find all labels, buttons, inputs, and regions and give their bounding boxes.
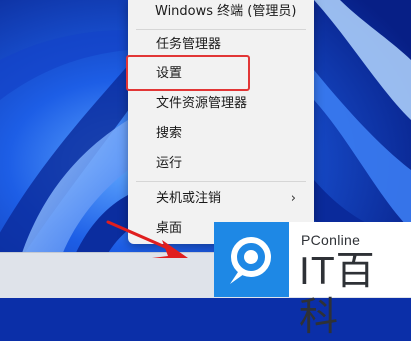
menu-item-label: 文件资源管理器 bbox=[156, 96, 248, 111]
pconline-logo-icon bbox=[214, 222, 289, 297]
pconline-watermark: PConline IT百科 bbox=[214, 222, 411, 339]
menu-separator bbox=[136, 181, 306, 182]
watermark-brand: PConline bbox=[301, 232, 361, 248]
watermark-name: IT百科 bbox=[299, 250, 376, 339]
menu-item-run[interactable]: 运行 bbox=[128, 151, 314, 177]
settings-highlight-box bbox=[126, 55, 250, 91]
menu-item-search[interactable]: 搜索 bbox=[128, 121, 314, 147]
menu-item-label: Windows 终端 (管理员) bbox=[155, 4, 297, 19]
menu-item-windows-terminal-admin[interactable]: Windows 终端 (管理员) bbox=[128, 0, 314, 25]
menu-item-label: 关机或注销 bbox=[156, 191, 222, 206]
chevron-right-icon: › bbox=[290, 191, 296, 206]
menu-separator bbox=[136, 29, 306, 30]
context-menu: Windows 终端 (管理员) 任务管理器 设置 文件资源管理器 搜索 运行 … bbox=[128, 0, 314, 244]
menu-item-label: 运行 bbox=[156, 156, 183, 171]
menu-item-label: 桌面 bbox=[156, 221, 183, 236]
menu-item-shutdown-signout[interactable]: 关机或注销 › bbox=[128, 186, 314, 212]
menu-item-file-explorer[interactable]: 文件资源管理器 bbox=[128, 91, 314, 117]
menu-item-label: 搜索 bbox=[156, 126, 183, 141]
